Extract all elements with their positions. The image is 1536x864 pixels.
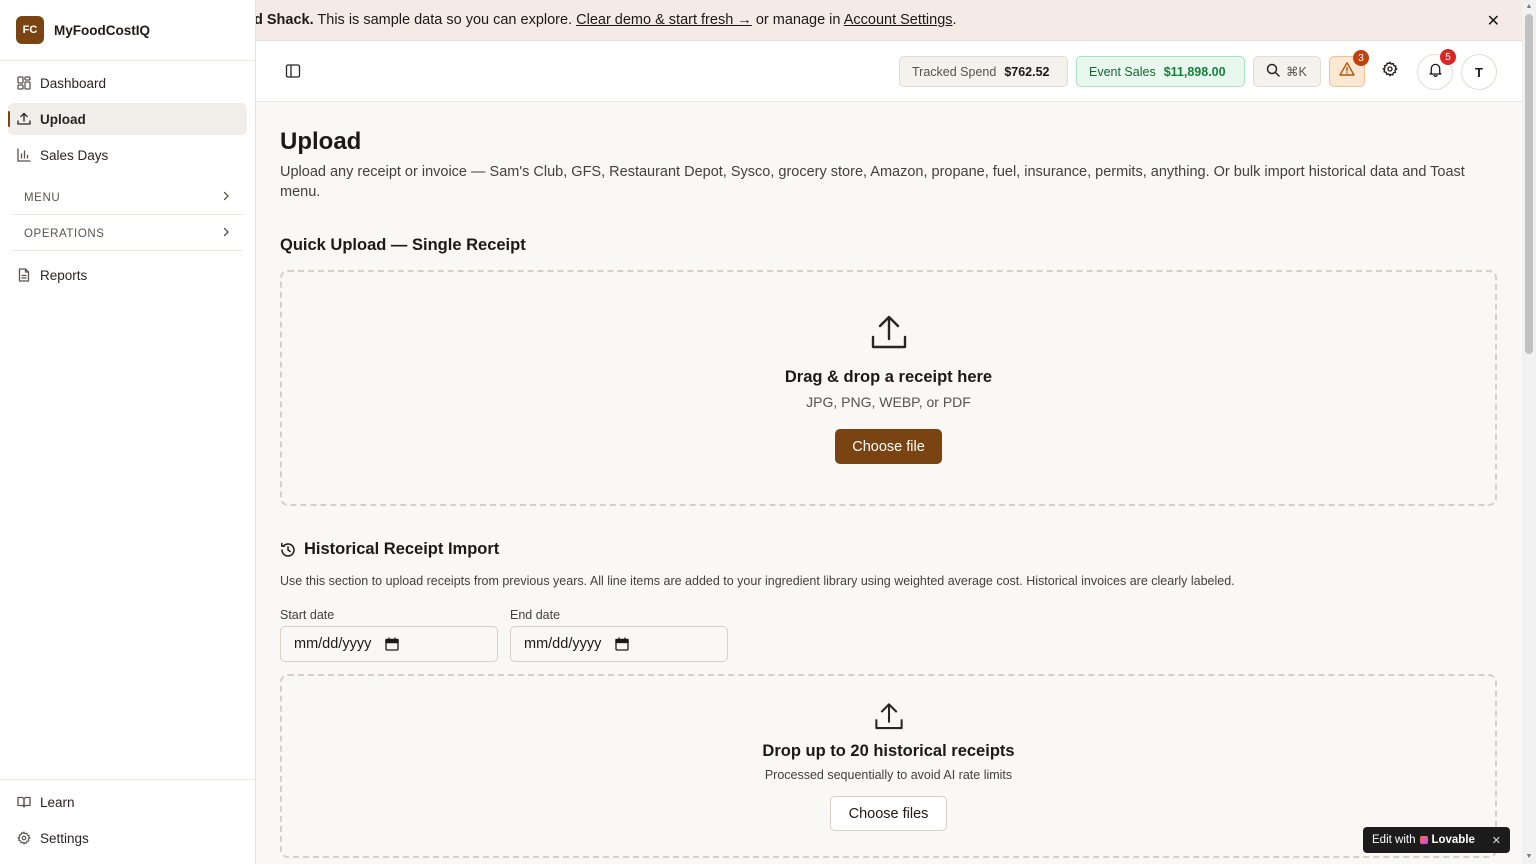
gear-icon: [1382, 61, 1398, 82]
scroll-up-icon[interactable]: ▲: [1525, 3, 1533, 11]
page-title: Upload: [280, 128, 362, 155]
dropzone-title: Drop up to 20 historical receipts: [762, 742, 1015, 760]
sidebar-item-settings[interactable]: Settings: [8, 822, 247, 854]
clear-demo-link[interactable]: Clear demo & start fresh →: [576, 12, 752, 28]
chevron-right-icon: [221, 191, 231, 204]
demo-banner: d Shack. This is sample data so you can …: [256, 0, 1522, 41]
sidebar-item-dashboard[interactable]: Dashboard: [8, 67, 247, 99]
tracked-spend-label: Tracked Spend: [912, 64, 997, 79]
sidebar-item-label: Upload: [40, 111, 86, 127]
chevron-right-icon: [221, 227, 231, 240]
edit-with-lovable-badge[interactable]: Edit with Lovable ✕: [1363, 827, 1510, 853]
scroll-thumb[interactable]: [1525, 14, 1533, 354]
historical-title-text: Historical Receipt Import: [304, 540, 500, 558]
sidebar-nav: Dashboard Upload Sales Days: [0, 61, 255, 181]
search-button[interactable]: ⌘K: [1253, 56, 1321, 87]
history-icon: [280, 542, 296, 558]
start-date-label: Start date: [280, 608, 335, 622]
sidebar-item-label: Settings: [40, 830, 89, 846]
end-date-input[interactable]: mm/dd/yyyy: [510, 626, 728, 662]
book-icon: [16, 794, 32, 810]
choose-files-button[interactable]: Choose files: [830, 796, 947, 831]
event-sales-value: $11,898.00: [1163, 64, 1226, 79]
sidebar-item-label: Sales Days: [40, 147, 109, 163]
sidebar-item-learn[interactable]: Learn: [8, 786, 247, 818]
top-header: Tracked Spend $762.52 Event Sales $11,89…: [256, 41, 1522, 102]
event-sales-pill[interactable]: Event Sales $11,898.00: [1076, 56, 1245, 87]
sidebar-item-reports[interactable]: Reports: [8, 259, 247, 291]
banner-lead: d Shack.: [256, 12, 314, 28]
date-placeholder: mm/dd/yyyy: [294, 636, 372, 652]
notifications-button[interactable]: 5: [1417, 49, 1456, 90]
sidebar-item-sales-days[interactable]: Sales Days: [8, 139, 247, 171]
lovable-logo-icon: [1420, 836, 1429, 844]
section-label: MENU: [24, 191, 61, 204]
account-settings-link[interactable]: Account Settings: [844, 12, 953, 28]
brand-logo: FC: [16, 16, 44, 44]
sidebar-footer: Learn Settings: [0, 779, 255, 864]
page-description: Upload any receipt or invoice — Sam's Cl…: [280, 164, 1465, 200]
lovable-brand: Lovable: [1420, 834, 1475, 846]
lovable-prefix: Edit with: [1372, 834, 1416, 846]
historical-description: Use this section to upload receipts from…: [280, 574, 1235, 588]
event-sales-label: Event Sales: [1089, 64, 1156, 79]
settings-button[interactable]: [1372, 56, 1408, 87]
historical-dropzone[interactable]: Drop up to 20 historical receipts Proces…: [280, 674, 1497, 858]
upload-icon: [870, 314, 908, 357]
sidebar-item-label: Learn: [40, 794, 75, 810]
gear-icon: [16, 830, 32, 846]
sidebar-toggle-icon[interactable]: [285, 63, 301, 79]
upload-icon: [874, 702, 904, 737]
end-date-label: End date: [510, 608, 561, 622]
dropzone-subtitle: Processed sequentially to avoid AI rate …: [764, 768, 1013, 782]
scroll-down-icon[interactable]: ▼: [1525, 853, 1533, 861]
bar-chart-icon: [16, 147, 32, 163]
search-icon: [1266, 63, 1280, 80]
banner-tail: .: [952, 12, 957, 28]
quick-upload-dropzone[interactable]: Drag & drop a receipt here JPG, PNG, WEB…: [280, 270, 1497, 506]
calendar-icon[interactable]: [385, 637, 399, 651]
search-shortcut: ⌘K: [1286, 65, 1307, 79]
alerts-button[interactable]: 3: [1329, 50, 1369, 87]
sidebar-section-menu[interactable]: MENU: [12, 181, 243, 215]
tracked-spend-pill[interactable]: Tracked Spend $762.52: [899, 56, 1068, 87]
close-icon[interactable]: ✕: [1487, 11, 1500, 31]
banner-mid: or manage in: [751, 12, 844, 28]
sidebar-item-upload[interactable]: Upload: [8, 103, 247, 135]
file-icon: [16, 267, 32, 283]
lovable-brand-text: Lovable: [1431, 834, 1475, 846]
banner-message: This is sample data so you can explore.: [313, 12, 577, 28]
bell-icon: [1428, 62, 1443, 82]
choose-file-button[interactable]: Choose file: [835, 429, 942, 464]
section-label: OPERATIONS: [24, 227, 105, 240]
historical-import-title: Historical Receipt Import: [280, 540, 499, 559]
avatar[interactable]: T: [1461, 54, 1497, 90]
sidebar-item-label: Reports: [40, 267, 88, 283]
calendar-icon[interactable]: [615, 637, 629, 651]
brand-name: MyFoodCostIQ: [54, 22, 150, 38]
page-scrollbar[interactable]: ▲ ▼: [1522, 0, 1536, 864]
dropzone-title: Drag & drop a receipt here: [784, 368, 993, 386]
close-icon[interactable]: ✕: [1492, 834, 1501, 847]
date-placeholder: mm/dd/yyyy: [524, 636, 602, 652]
notifications-count-badge: 5: [1440, 49, 1456, 65]
tracked-spend-value: $762.52: [1004, 64, 1050, 79]
upload-icon: [16, 111, 32, 127]
main-content: Upload Upload any receipt or invoice — S…: [256, 102, 1522, 864]
sidebar-item-label: Dashboard: [40, 75, 107, 91]
start-date-input[interactable]: mm/dd/yyyy: [280, 626, 498, 662]
dropzone-formats: JPG, PNG, WEBP, or PDF: [806, 394, 971, 410]
alerts-count-badge: 3: [1353, 50, 1369, 66]
sidebar: FC MyFoodCostIQ Dashboard Upload Sales D…: [0, 0, 256, 864]
sidebar-nav-secondary: Reports: [0, 253, 255, 301]
banner-text: d Shack. This is sample data so you can …: [256, 12, 957, 28]
dashboard-icon: [16, 75, 32, 91]
brand[interactable]: FC MyFoodCostIQ: [0, 0, 255, 61]
quick-upload-title: Quick Upload — Single Receipt: [280, 236, 526, 254]
sidebar-section-operations[interactable]: OPERATIONS: [12, 217, 243, 251]
warning-icon: [1339, 61, 1355, 82]
